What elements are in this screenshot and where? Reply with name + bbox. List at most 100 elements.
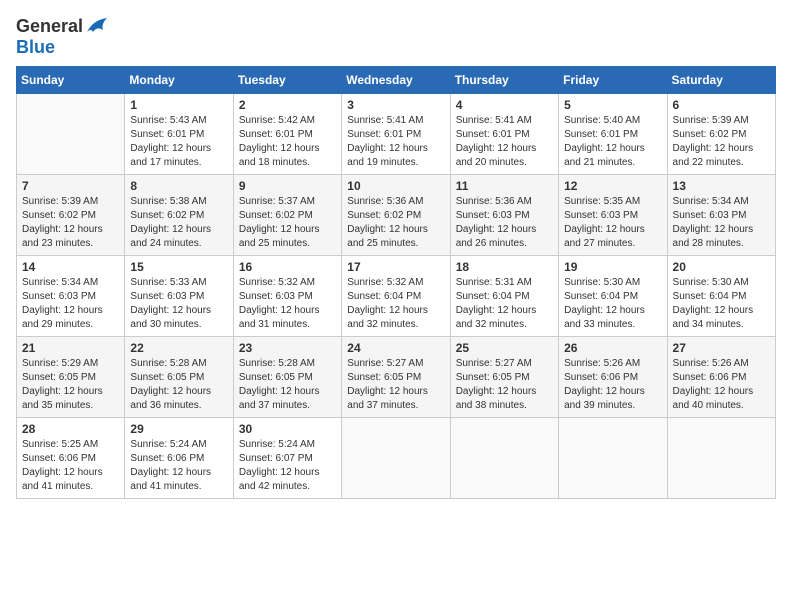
calendar-header-friday: Friday [559,67,667,94]
calendar-week-row: 14Sunrise: 5:34 AMSunset: 6:03 PMDayligh… [17,256,776,337]
day-info: Sunrise: 5:24 AMSunset: 6:06 PMDaylight:… [130,438,227,494]
calendar-week-row: 1 Sunrise: 5:43 AMSunset: 6:01 PMDaylight… [17,94,776,175]
day-number: 11 [456,179,553,193]
day-number: 1 [130,98,227,112]
calendar-cell: 18 Sunrise: 5:31 AMSunset: 6:04 PMDayligh… [450,256,558,337]
calendar-week-row: 28Sunrise: 5:25 AMSunset: 6:06 PMDayligh… [17,418,776,499]
calendar-week-row: 7 Sunrise: 5:39 AMSunset: 6:02 PMDaylight… [17,175,776,256]
calendar-cell: 26 Sunrise: 5:26 AMSunset: 6:06 PMDayligh… [559,337,667,418]
calendar-cell: 9 Sunrise: 5:37 AMSunset: 6:02 PMDaylight… [233,175,341,256]
calendar-cell: 19 Sunrise: 5:30 AMSunset: 6:04 PMDayligh… [559,256,667,337]
logo-bird-icon [85,18,107,36]
day-number: 23 [239,341,336,355]
day-info: Sunrise: 5:27 AMSunset: 6:05 PMDaylight:… [456,357,553,413]
day-number: 15 [130,260,227,274]
calendar-cell: 21Sunrise: 5:29 AMSunset: 6:05 PMDayligh… [17,337,125,418]
calendar-cell: 25 Sunrise: 5:27 AMSunset: 6:05 PMDayligh… [450,337,558,418]
day-info: Sunrise: 5:33 AMSunset: 6:03 PMDaylight:… [130,276,227,332]
day-number: 2 [239,98,336,112]
day-number: 25 [456,341,553,355]
calendar-week-row: 21Sunrise: 5:29 AMSunset: 6:05 PMDayligh… [17,337,776,418]
day-info: Sunrise: 5:36 AMSunset: 6:03 PMDaylight:… [456,195,553,251]
day-number: 5 [564,98,661,112]
calendar-cell [667,418,775,499]
calendar-header-monday: Monday [125,67,233,94]
calendar-cell: 14Sunrise: 5:34 AMSunset: 6:03 PMDayligh… [17,256,125,337]
calendar-cell: 8 Sunrise: 5:38 AMSunset: 6:02 PMDaylight… [125,175,233,256]
day-number: 4 [456,98,553,112]
calendar-header-sunday: Sunday [17,67,125,94]
calendar-cell: 3 Sunrise: 5:41 AMSunset: 6:01 PMDaylight… [342,94,450,175]
day-info: Sunrise: 5:28 AMSunset: 6:05 PMDaylight:… [130,357,227,413]
day-info: Sunrise: 5:38 AMSunset: 6:02 PMDaylight:… [130,195,227,251]
day-number: 20 [673,260,770,274]
calendar-cell: 6 Sunrise: 5:39 AMSunset: 6:02 PMDaylight… [667,94,775,175]
day-info: Sunrise: 5:27 AMSunset: 6:05 PMDaylight:… [347,357,444,413]
calendar-header-wednesday: Wednesday [342,67,450,94]
day-info: Sunrise: 5:40 AMSunset: 6:01 PMDaylight:… [564,114,661,170]
day-info: Sunrise: 5:25 AMSunset: 6:06 PMDaylight:… [22,438,119,494]
day-info: Sunrise: 5:35 AMSunset: 6:03 PMDaylight:… [564,195,661,251]
day-info: Sunrise: 5:34 AMSunset: 6:03 PMDaylight:… [22,276,119,332]
day-number: 10 [347,179,444,193]
calendar-cell: 27 Sunrise: 5:26 AMSunset: 6:06 PMDayligh… [667,337,775,418]
page-header: General Blue [16,16,776,58]
day-info: Sunrise: 5:30 AMSunset: 6:04 PMDaylight:… [564,276,661,332]
day-info: Sunrise: 5:39 AMSunset: 6:02 PMDaylight:… [22,195,119,251]
day-info: Sunrise: 5:36 AMSunset: 6:02 PMDaylight:… [347,195,444,251]
day-number: 17 [347,260,444,274]
day-number: 24 [347,341,444,355]
calendar-cell: 16Sunrise: 5:32 AMSunset: 6:03 PMDayligh… [233,256,341,337]
day-info: Sunrise: 5:31 AMSunset: 6:04 PMDaylight:… [456,276,553,332]
day-number: 21 [22,341,119,355]
day-info: Sunrise: 5:41 AMSunset: 6:01 PMDaylight:… [456,114,553,170]
calendar-cell: 13Sunrise: 5:34 AMSunset: 6:03 PMDayligh… [667,175,775,256]
day-number: 12 [564,179,661,193]
day-number: 3 [347,98,444,112]
logo-blue-text: Blue [16,37,55,58]
day-number: 6 [673,98,770,112]
day-info: Sunrise: 5:26 AMSunset: 6:06 PMDaylight:… [564,357,661,413]
calendar-cell: 17Sunrise: 5:32 AMSunset: 6:04 PMDayligh… [342,256,450,337]
calendar-cell: 7 Sunrise: 5:39 AMSunset: 6:02 PMDaylight… [17,175,125,256]
calendar-table: SundayMondayTuesdayWednesdayThursdayFrid… [16,66,776,499]
calendar-cell [17,94,125,175]
calendar-cell [450,418,558,499]
day-info: Sunrise: 5:42 AMSunset: 6:01 PMDaylight:… [239,114,336,170]
day-number: 29 [130,422,227,436]
day-info: Sunrise: 5:24 AMSunset: 6:07 PMDaylight:… [239,438,336,494]
calendar-cell [342,418,450,499]
calendar-header-tuesday: Tuesday [233,67,341,94]
day-info: Sunrise: 5:28 AMSunset: 6:05 PMDaylight:… [239,357,336,413]
day-info: Sunrise: 5:30 AMSunset: 6:04 PMDaylight:… [673,276,770,332]
day-info: Sunrise: 5:26 AMSunset: 6:06 PMDaylight:… [673,357,770,413]
calendar-cell: 24 Sunrise: 5:27 AMSunset: 6:05 PMDayligh… [342,337,450,418]
day-number: 8 [130,179,227,193]
day-number: 30 [239,422,336,436]
day-number: 22 [130,341,227,355]
calendar-cell: 2 Sunrise: 5:42 AMSunset: 6:01 PMDaylight… [233,94,341,175]
calendar-cell: 22 Sunrise: 5:28 AMSunset: 6:05 PMDayligh… [125,337,233,418]
day-number: 9 [239,179,336,193]
calendar-cell: 1 Sunrise: 5:43 AMSunset: 6:01 PMDaylight… [125,94,233,175]
day-number: 26 [564,341,661,355]
calendar-cell: 23 Sunrise: 5:28 AMSunset: 6:05 PMDayligh… [233,337,341,418]
day-info: Sunrise: 5:39 AMSunset: 6:02 PMDaylight:… [673,114,770,170]
logo: General Blue [16,16,107,58]
calendar-cell: 10 Sunrise: 5:36 AMSunset: 6:02 PMDayligh… [342,175,450,256]
calendar-header-thursday: Thursday [450,67,558,94]
calendar-cell: 29 Sunrise: 5:24 AMSunset: 6:06 PMDayligh… [125,418,233,499]
calendar-cell: 4 Sunrise: 5:41 AMSunset: 6:01 PMDaylight… [450,94,558,175]
day-number: 18 [456,260,553,274]
day-number: 7 [22,179,119,193]
day-info: Sunrise: 5:43 AMSunset: 6:01 PMDaylight:… [130,114,227,170]
day-number: 19 [564,260,661,274]
logo-general-text: General [16,16,83,37]
day-info: Sunrise: 5:37 AMSunset: 6:02 PMDaylight:… [239,195,336,251]
day-info: Sunrise: 5:41 AMSunset: 6:01 PMDaylight:… [347,114,444,170]
day-info: Sunrise: 5:32 AMSunset: 6:03 PMDaylight:… [239,276,336,332]
day-number: 27 [673,341,770,355]
calendar-cell: 15 Sunrise: 5:33 AMSunset: 6:03 PMDayligh… [125,256,233,337]
calendar-cell [559,418,667,499]
calendar-header-row: SundayMondayTuesdayWednesdayThursdayFrid… [17,67,776,94]
